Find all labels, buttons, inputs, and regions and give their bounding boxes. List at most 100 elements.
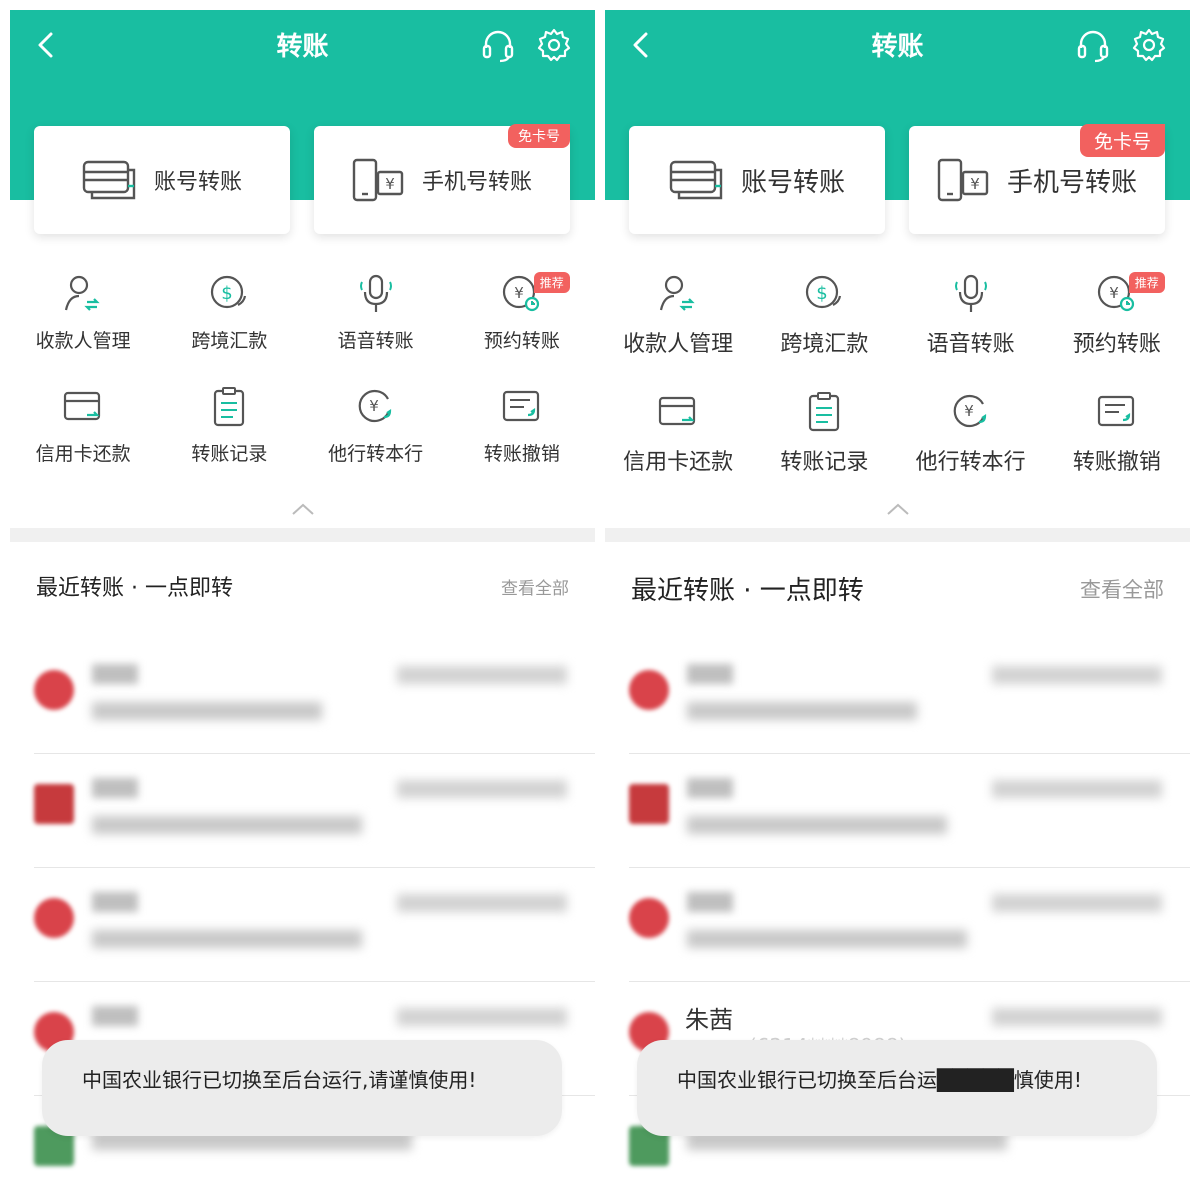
section-divider	[605, 528, 1190, 542]
grid-item-payee-management[interactable]: 收款人管理	[605, 272, 751, 358]
phone-transfer-card[interactable]: 免卡号 ¥ 手机号转账	[314, 124, 570, 234]
headset-icon[interactable]	[1074, 26, 1112, 64]
phone-yuan-icon: ¥	[352, 158, 404, 202]
grid-item-voice-transfer[interactable]: 语音转账	[303, 272, 449, 353]
yuan-exchange-icon: ¥	[953, 394, 986, 428]
redacted-number	[992, 666, 1162, 684]
grid-item-cross-border[interactable]: $ 跨境汇款	[156, 272, 302, 353]
grid-label: 转账记录	[191, 443, 268, 465]
view-all-link[interactable]: 查看全部	[1080, 574, 1164, 604]
grid-label: 他行转本行	[915, 450, 1026, 475]
grid-label: 转账记录	[780, 450, 869, 475]
grid-label: 他行转本行	[328, 443, 424, 465]
gear-icon[interactable]	[1130, 26, 1168, 64]
dollar-icon: $	[806, 275, 842, 309]
recent-row[interactable]	[629, 640, 1190, 754]
chevron-up-icon[interactable]	[288, 500, 318, 518]
recent-row[interactable]	[629, 754, 1190, 868]
phone-transfer-label: 手机号转账	[421, 170, 532, 195]
recent-title: 最近转账 · 一点即转	[36, 576, 233, 601]
credit-card-icon	[64, 391, 101, 421]
recent-row[interactable]	[34, 640, 595, 754]
grid-label: 跨境汇款	[780, 332, 869, 357]
grid-item-credit-card-repayment[interactable]: 信用卡还款	[10, 385, 156, 466]
redacted-name	[92, 1006, 138, 1026]
recent-row[interactable]	[34, 868, 595, 982]
redacted-number	[397, 666, 567, 684]
grid-item-transfer-cancel[interactable]: 转账撤销	[449, 385, 595, 466]
grid-item-voice-transfer[interactable]: 语音转账	[898, 272, 1044, 358]
grid-label: 转账撤销	[1072, 450, 1161, 475]
grid-item-transfer-cancel[interactable]: 转账撤销	[1044, 390, 1190, 476]
redacted-name	[687, 664, 733, 684]
grid-label: 跨境汇款	[191, 330, 268, 352]
bank-logo	[34, 784, 74, 824]
gear-icon[interactable]	[535, 26, 573, 64]
redacted-account	[687, 930, 967, 948]
svg-text:¥: ¥	[970, 175, 980, 193]
redacted-name	[687, 778, 733, 798]
payee-icon	[660, 275, 695, 311]
grid-item-scheduled-transfer[interactable]: 推荐 ¥ 预约转账	[449, 272, 595, 353]
redacted-name	[92, 778, 138, 798]
account-transfer-card[interactable]: 账号转账	[34, 126, 290, 234]
grid-item-transfer-records[interactable]: 转账记录	[751, 390, 897, 476]
view-all-link[interactable]: 查看全部	[501, 574, 569, 599]
grid-label: 预约转账	[483, 330, 560, 352]
grid-item-transfer-records[interactable]: 转账记录	[156, 385, 302, 466]
grid-item-cross-border[interactable]: $ 跨境汇款	[751, 272, 897, 358]
clipboard-icon	[214, 387, 245, 427]
microphone-icon	[359, 274, 392, 312]
redacted-number	[397, 894, 567, 912]
grid-label: 语音转账	[926, 332, 1015, 357]
recent-row[interactable]	[34, 754, 595, 868]
phone-yuan-icon: ¥	[937, 158, 989, 202]
svg-text:$: $	[817, 283, 828, 304]
grid-item-other-bank-to-this-bank[interactable]: ¥ 他行转本行	[898, 390, 1044, 476]
grid-item-scheduled-transfer[interactable]: 推荐 ¥ 预约转账	[1044, 272, 1190, 358]
top-bar: 转账	[10, 10, 595, 80]
bank-card-icon	[669, 160, 723, 200]
redacted-name	[92, 892, 138, 912]
bank-logo	[629, 670, 669, 710]
account-transfer-card[interactable]: 账号转账	[629, 126, 885, 234]
redacted-account	[92, 816, 362, 834]
headset-icon[interactable]	[479, 26, 517, 64]
redacted-account	[687, 702, 917, 720]
grid-item-payee-management[interactable]: 收款人管理	[10, 272, 156, 353]
bank-logo	[629, 784, 669, 824]
grid-label: 信用卡还款	[35, 443, 131, 465]
clipboard-icon	[809, 392, 840, 432]
account-transfer-label: 账号转账	[153, 170, 242, 195]
bank-logo	[34, 898, 74, 938]
yuan-exchange-icon: ¥	[358, 389, 391, 423]
redacted-number	[397, 780, 567, 798]
no-card-badge: 免卡号	[508, 124, 570, 148]
recent-row[interactable]	[629, 868, 1190, 982]
dollar-icon: $	[211, 275, 247, 309]
redacted-number	[992, 894, 1162, 912]
grid-label: 收款人管理	[623, 332, 734, 357]
recommend-badge: 推荐	[533, 272, 570, 293]
recommend-badge: 推荐	[1128, 272, 1165, 293]
svg-text:$: $	[222, 283, 233, 304]
grid-label: 转账撤销	[483, 443, 560, 465]
redacted-account	[92, 702, 322, 720]
grid-item-other-bank-to-this-bank[interactable]: ¥ 他行转本行	[303, 385, 449, 466]
grid-item-credit-card-repayment[interactable]: 信用卡还款	[605, 390, 751, 476]
redacted-number	[992, 1008, 1162, 1026]
bank-logo	[34, 670, 74, 710]
chevron-up-icon[interactable]	[883, 500, 913, 518]
transfer-screen-right: 转账 账号转账 免卡号 ¥ 手机号转账 收款人管理 $ 跨境汇款 语音转账 推荐…	[605, 10, 1190, 1190]
redacted-number	[397, 1008, 567, 1026]
payee-name: 朱茜	[685, 1006, 733, 1034]
svg-text:¥: ¥	[385, 175, 395, 193]
recent-title: 最近转账 · 一点即转	[631, 576, 864, 606]
grid-label: 信用卡还款	[623, 450, 734, 475]
transfer-screen-left: 转账 账号转账 免卡号 ¥ 手机号转账 收款人管理 $ 跨境汇款 语音转账 推荐…	[10, 10, 595, 1190]
grid-label: 语音转账	[337, 330, 414, 352]
phone-transfer-card[interactable]: 免卡号 ¥ 手机号转账	[909, 124, 1165, 234]
recent-header: 最近转账 · 一点即转 查看全部	[36, 570, 569, 602]
svg-text:¥: ¥	[964, 402, 974, 420]
microphone-icon	[954, 274, 987, 312]
